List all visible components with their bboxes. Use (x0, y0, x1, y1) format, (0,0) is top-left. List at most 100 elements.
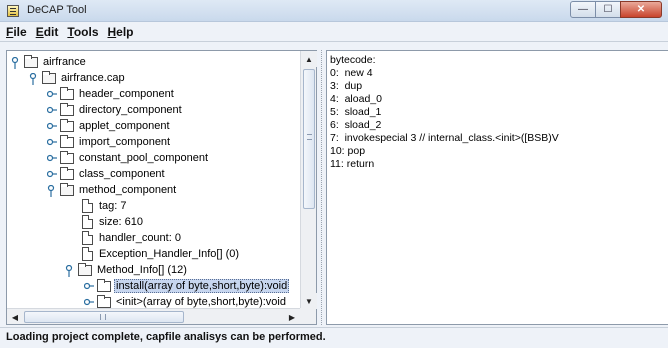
tree-node[interactable]: class_component (46, 166, 167, 182)
vertical-scroll-thumb[interactable] (303, 69, 315, 209)
document-icon (82, 215, 93, 229)
tree-expanded-handle-icon[interactable] (11, 56, 21, 69)
tree-node-label: import_component (79, 136, 171, 148)
window-controls: — ☐ ✕ (570, 1, 662, 19)
tree-collapsed-handle-icon[interactable] (83, 281, 94, 291)
bytecode-line: 11: return (330, 158, 375, 170)
folder-icon (97, 294, 111, 308)
scroll-down-arrow-icon[interactable]: ▼ (301, 293, 317, 309)
window-title: DeCAP Tool (27, 4, 87, 16)
tree-node-label: size: 610 (99, 216, 144, 228)
maximize-button[interactable]: ☐ (595, 1, 621, 18)
grip-icon (307, 134, 312, 140)
tree-node[interactable]: header_component (46, 86, 176, 102)
tree-node-label: handler_count: 0 (99, 232, 181, 244)
tree-node[interactable]: airfrance.cap (29, 70, 127, 86)
tree-collapsed-handle-icon[interactable] (46, 121, 57, 131)
document-icon (82, 199, 93, 213)
tree-node-label: install(array of byte,short,byte):void (114, 279, 290, 293)
app-window: DeCAP Tool — ☐ ✕ File Edit Tools Help ai… (0, 0, 668, 348)
grip-icon (100, 314, 106, 320)
horizontal-scroll-thumb[interactable] (24, 311, 184, 323)
menu-edit[interactable]: Edit (36, 25, 59, 39)
scroll-up-arrow-icon[interactable]: ▲ (301, 51, 317, 67)
split-pane-divider[interactable] (319, 50, 325, 325)
tree-node-label: airfrance (43, 56, 86, 68)
tree-node-label: method_component (79, 184, 177, 196)
tree-vertical-scrollbar[interactable]: ▲ ▼ (300, 51, 317, 309)
document-icon (82, 231, 93, 245)
tree-node[interactable]: Exception_Handler_Info[] (0) (82, 246, 241, 262)
project-tree[interactable]: airfrance airfrance.cap header_componentdi… (7, 51, 300, 309)
bytecode-line: 10: pop (330, 145, 366, 157)
title-bar[interactable]: DeCAP Tool — ☐ ✕ (0, 0, 668, 22)
menu-bar: File Edit Tools Help (0, 22, 668, 42)
menu-file[interactable]: File (6, 25, 27, 39)
scroll-left-arrow-icon[interactable]: ◀ (7, 309, 23, 325)
bytecode-view[interactable]: bytecode: 0: new 4 3: dup 4: aload_0 5: sloa… (326, 50, 668, 325)
tree-node-label: airfrance.cap (61, 72, 125, 84)
tree-collapsed-handle-icon[interactable] (46, 153, 57, 163)
tree-node-label: directory_component (79, 104, 182, 116)
tree-node[interactable]: constant_pool_component (46, 150, 210, 166)
tree-node[interactable]: directory_component (46, 102, 184, 118)
tree-node-label: applet_component (79, 120, 170, 132)
project-tree-pane: airfrance airfrance.cap header_componentdi… (6, 50, 317, 325)
bytecode-line: 0: new 4 (330, 67, 373, 79)
tree-node[interactable]: tag: 7 (82, 198, 129, 214)
minimize-button[interactable]: — (570, 1, 596, 18)
folder-icon (60, 166, 74, 180)
tree-expanded-handle-icon[interactable] (47, 184, 57, 197)
tree-horizontal-scrollbar[interactable]: ◀ ▶ (7, 308, 300, 324)
folder-icon (78, 262, 92, 276)
tree-node-label: Method_Info[] (12) (97, 264, 187, 276)
tree-node-label: constant_pool_component (79, 152, 209, 164)
tree-node-label: <init>(array of byte,short,byte):void (116, 296, 286, 308)
bytecode-line: 3: dup (330, 80, 363, 92)
maximize-icon: ☐ (603, 4, 613, 15)
tree-node[interactable]: method_component (47, 182, 178, 198)
folder-icon (60, 150, 74, 164)
folder-icon (97, 278, 111, 292)
tree-node[interactable]: install(array of byte,short,byte):void (83, 278, 290, 294)
status-text: Loading project complete, capfile analis… (6, 331, 326, 343)
close-button[interactable]: ✕ (620, 1, 662, 18)
menu-help[interactable]: Help (108, 25, 134, 39)
bytecode-line: 4: aload_0 (330, 93, 382, 105)
tree-collapsed-handle-icon[interactable] (46, 137, 57, 147)
menu-tools[interactable]: Tools (67, 25, 98, 39)
folder-icon (60, 86, 74, 100)
bytecode-line: bytecode: (330, 54, 376, 66)
tree-node-label: tag: 7 (99, 200, 127, 212)
folder-icon (24, 54, 38, 68)
tree-expanded-handle-icon[interactable] (65, 264, 75, 277)
tree-node-label: header_component (79, 88, 174, 100)
folder-icon (60, 134, 74, 148)
tree-expanded-handle-icon[interactable] (29, 72, 39, 85)
app-icon (7, 5, 19, 17)
tree-collapsed-handle-icon[interactable] (46, 89, 57, 99)
tree-collapsed-handle-icon[interactable] (46, 169, 57, 179)
folder-icon (60, 118, 74, 132)
tree-node[interactable]: <init>(array of byte,short,byte):void (83, 294, 288, 309)
folder-icon (60, 182, 74, 196)
close-icon: ✕ (636, 4, 646, 15)
folder-icon (42, 70, 56, 84)
tree-node[interactable]: size: 610 (82, 214, 145, 230)
tree-node[interactable]: Method_Info[] (12) (65, 262, 189, 278)
document-icon (82, 247, 93, 261)
tree-node[interactable]: import_component (46, 134, 172, 150)
bytecode-line: 6: sload_2 (330, 119, 382, 131)
tree-node-label: class_component (79, 168, 165, 180)
bytecode-line: 7: invokespecial 3 // internal_class.<in… (330, 132, 559, 144)
status-bar: Loading project complete, capfile analis… (0, 327, 668, 348)
scroll-right-arrow-icon[interactable]: ▶ (284, 309, 300, 325)
bytecode-line: 5: sload_1 (330, 106, 382, 118)
tree-collapsed-handle-icon[interactable] (46, 105, 57, 115)
scroll-corner (300, 308, 316, 324)
tree-collapsed-handle-icon[interactable] (83, 297, 94, 307)
tree-node-label: Exception_Handler_Info[] (0) (99, 248, 240, 260)
tree-node[interactable]: airfrance (11, 54, 88, 70)
tree-node[interactable]: applet_component (46, 118, 172, 134)
tree-node[interactable]: handler_count: 0 (82, 230, 183, 246)
